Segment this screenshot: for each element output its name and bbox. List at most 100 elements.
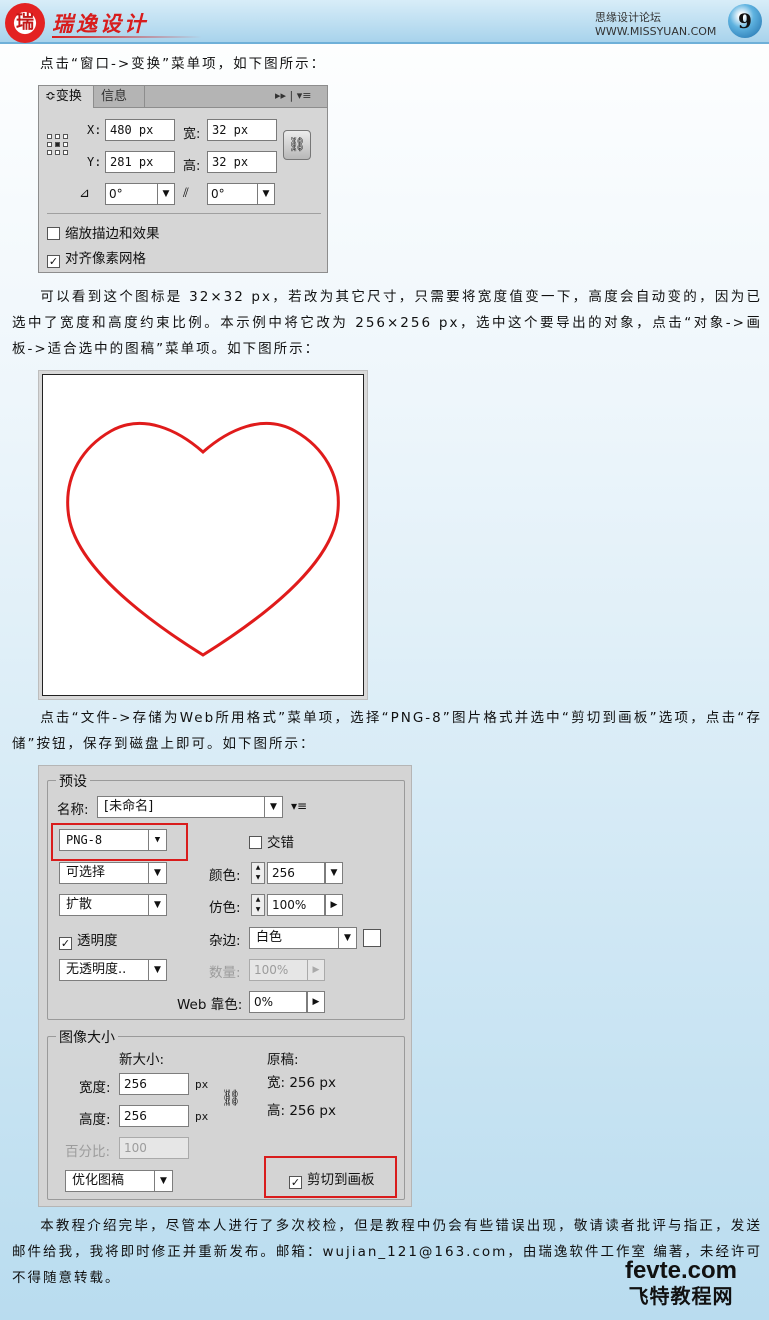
height-unit: px [195, 1110, 209, 1123]
transform-panel: ≎变换 信息 ▸▸ | ▾≡ X: 480 px 宽: 32 px Y: 281… [38, 85, 328, 273]
original-label: 原稿: [267, 1052, 299, 1068]
dither-label: 仿色: [209, 900, 241, 916]
clip-to-artboard-label: 剪切到画板 [307, 1172, 375, 1188]
width-label: 宽: [183, 127, 201, 142]
chevron-down-icon[interactable]: ▼ [157, 184, 174, 204]
paragraph-3: 点击“文件->存储为Web所用格式”菜单项，选择“PNG-8”图片格式并选中“剪… [12, 705, 762, 757]
chevron-down-icon[interactable]: ▼ [338, 928, 356, 948]
interlace-label: 交错 [267, 835, 294, 851]
rotate-icon: ⊿ [79, 186, 90, 201]
watermark: fevte.com 飞特教程网 [606, 1257, 756, 1309]
x-label: X: [87, 123, 102, 137]
resample-dropdown[interactable]: 优化图稿 ▼ [65, 1170, 173, 1192]
preset-menu-icon[interactable]: ▾≡ [291, 799, 307, 813]
artboard-canvas [42, 374, 364, 696]
height-label: 高度: [79, 1112, 111, 1128]
shear-dropdown[interactable]: 0° ▼ [207, 183, 275, 205]
width-input[interactable]: 32 px [207, 119, 277, 141]
paragraph-1-text: 点击“窗口->变换”菜单项，如下图所示： [40, 56, 327, 72]
preset-title: 预设 [56, 771, 90, 791]
chevron-down-icon[interactable]: ▼ [148, 830, 166, 850]
chevron-down-icon[interactable]: ▼ [148, 895, 166, 915]
height-label: 高: [183, 159, 201, 174]
checkbox-box[interactable] [47, 227, 60, 240]
dither-slider-icon[interactable]: ▶ [325, 894, 343, 916]
web-snap-input[interactable]: 0% [249, 991, 307, 1013]
interlace-checkbox[interactable]: 交错 [249, 831, 294, 851]
shear-icon: ⫽ [183, 186, 189, 201]
web-snap-slider-icon[interactable]: ▶ [307, 991, 325, 1013]
matte-color-swatch[interactable] [363, 929, 381, 947]
matte-dropdown[interactable]: 白色 ▼ [249, 927, 357, 949]
percent-input[interactable]: 100 [119, 1137, 189, 1159]
dither-input[interactable]: 100% [267, 894, 325, 916]
panel-menu-icon[interactable]: ▸▸ | ▾≡ [275, 89, 311, 102]
checkbox-checked-icon[interactable]: ✓ [47, 255, 60, 268]
logo: 瑞 [5, 3, 45, 43]
matte-label: 杂边: [209, 933, 241, 949]
preset-name-dropdown[interactable]: [未命名] ▼ [97, 796, 283, 818]
width-label: 宽度: [79, 1080, 111, 1096]
new-size-label: 新大小: [119, 1052, 165, 1068]
percent-label: 百分比: [65, 1144, 111, 1160]
watermark-line-2: 飞特教程网 [628, 1284, 734, 1308]
width-input[interactable]: 256 [119, 1073, 189, 1095]
rotate-dropdown[interactable]: 0° ▼ [105, 183, 175, 205]
heart-shape [66, 421, 340, 657]
checkbox-checked-icon[interactable]: ✓ [59, 937, 72, 950]
heart-outline [66, 421, 340, 657]
scale-strokes-checkbox[interactable]: 缩放描边和效果 [47, 222, 160, 242]
reference-point-icon[interactable] [47, 134, 69, 156]
height-input[interactable]: 32 px [207, 151, 277, 173]
x-input[interactable]: 480 px [105, 119, 175, 141]
chevron-down-icon[interactable]: ▼ [148, 863, 166, 883]
dither-algorithm-dropdown[interactable]: 扩散 ▼ [59, 894, 167, 916]
watermark-line-1: fevte.com [624, 1257, 738, 1284]
preset-name-value: [未命名] [104, 799, 154, 814]
artboard-preview [38, 370, 368, 700]
colors-input[interactable]: 256 [267, 862, 325, 884]
checkbox-box[interactable] [249, 836, 262, 849]
checkbox-checked-icon[interactable]: ✓ [289, 1176, 302, 1189]
shear-value: 0° [211, 187, 225, 201]
amount-label: 数量: [209, 965, 241, 981]
panel-divider [47, 213, 321, 214]
tab-info[interactable]: 信息 [95, 86, 145, 108]
chevron-down-icon[interactable]: ▼ [264, 797, 282, 817]
paragraph-2: 可以看到这个图标是 32×32 px，若改为其它尺寸，只需要将宽度值变一下，高度… [12, 284, 762, 362]
colors-stepper-icon[interactable]: ▲ ▼ [251, 862, 265, 884]
height-input[interactable]: 256 [119, 1105, 189, 1127]
colors-dropdown-icon[interactable]: ▼ [325, 862, 343, 884]
page-header: 瑞 瑞逸设计 思缘设计论坛 WWW.MISSYUAN.COM 9 [0, 0, 769, 44]
amount-input[interactable]: 100% [249, 959, 315, 981]
brand-underline [52, 36, 202, 38]
format-dropdown[interactable]: PNG-8 ▼ [59, 829, 167, 851]
resample-value: 优化图稿 [72, 1173, 125, 1188]
save-for-web-panel: 预设 名称: [未命名] ▼ ▾≡ PNG-8 ▼ 交错 可选择 ▼ 颜色: ▲… [38, 765, 412, 1207]
transparency-dither-dropdown[interactable]: 无透明度.. ▼ [59, 959, 167, 981]
amount-slider-icon[interactable]: ▶ [307, 959, 325, 981]
y-input[interactable]: 281 px [105, 151, 175, 173]
transparency-label: 透明度 [77, 933, 118, 949]
dither-algorithm-value: 扩散 [66, 897, 93, 912]
chevron-down-icon[interactable]: ▼ [148, 960, 166, 980]
tab-transform[interactable]: ≎变换 [39, 86, 94, 108]
image-size-title: 图像大小 [56, 1027, 118, 1047]
web-snap-label: Web 靠色: [177, 997, 243, 1013]
chevron-down-icon[interactable]: ▼ [154, 1171, 172, 1191]
align-pixel-grid-checkbox[interactable]: ✓ 对齐像素网格 [47, 247, 146, 268]
transparency-checkbox[interactable]: ✓ 透明度 [59, 929, 118, 950]
matte-value: 白色 [256, 930, 283, 945]
link-icon[interactable]: ⛓ [221, 1088, 241, 1107]
original-height: 高: 256 px [267, 1103, 336, 1119]
dither-stepper-icon[interactable]: ▲ ▼ [251, 894, 265, 916]
clip-to-artboard-checkbox[interactable]: ✓ 剪切到画板 [289, 1168, 375, 1189]
color-reduction-dropdown[interactable]: 可选择 ▼ [59, 862, 167, 884]
original-width: 宽: 256 px [267, 1075, 336, 1091]
page-number-badge: 9 [728, 4, 762, 38]
constrain-proportions-icon[interactable]: ⛓ [283, 130, 311, 160]
chevron-down-icon[interactable]: ▼ [257, 184, 274, 204]
align-pixel-grid-label: 对齐像素网格 [65, 251, 146, 267]
color-reduction-value: 可选择 [66, 865, 106, 880]
colors-label: 颜色: [209, 868, 241, 884]
